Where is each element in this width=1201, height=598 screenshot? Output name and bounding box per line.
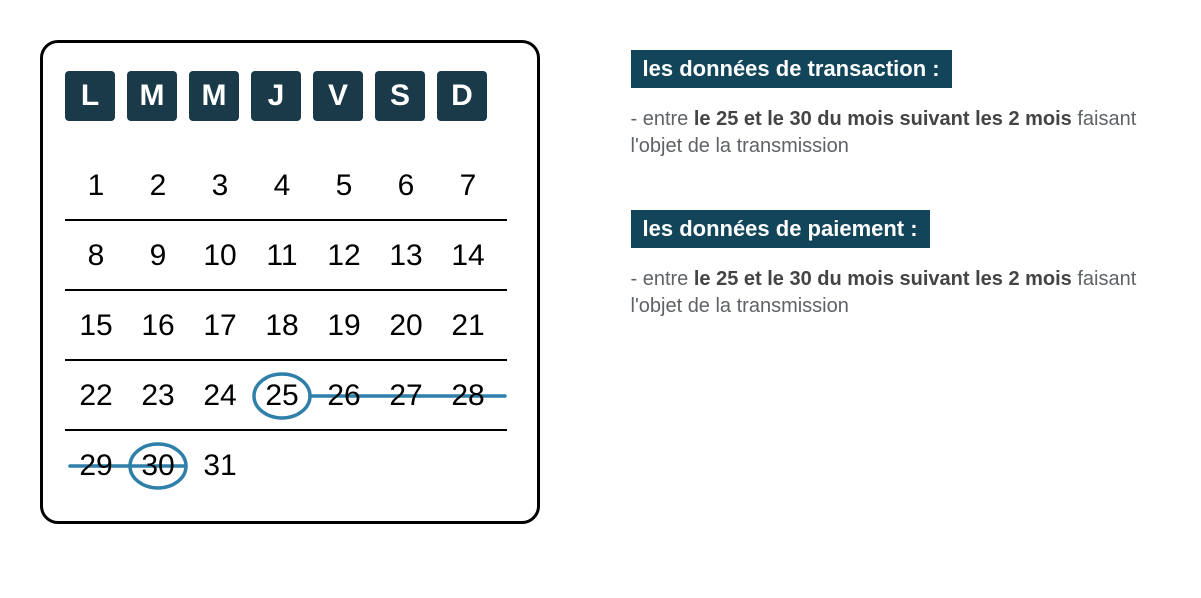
info-title-transaction: les données de transaction : [631,50,952,88]
calendar-row: 1 2 3 4 5 6 7 [65,151,515,221]
calendar-header-cell: V [313,71,363,121]
calendar-header-cell: M [127,71,177,121]
calendar-day: 12 [313,239,375,273]
calendar-day: 2 [127,169,189,203]
calendar-header-cell: M [189,71,239,121]
calendar-day: 29 [65,449,127,483]
calendar-day: 9 [127,239,189,273]
calendar-day: 16 [127,309,189,343]
calendar-day: 27 [375,379,437,413]
calendar-day: 7 [437,169,499,203]
info-prefix: - entre [631,108,694,130]
calendar-day: 15 [65,309,127,343]
calendar-day: 14 [437,239,499,273]
calendar-header-cell: J [251,71,301,121]
calendar-header-row: L M M J V S D [65,71,515,121]
calendar-day: 21 [437,309,499,343]
info-title-paiement: les données de paiement : [631,210,930,248]
calendar-day: 17 [189,309,251,343]
calendar-day: 22 [65,379,127,413]
info-text-transaction: - entre le 25 et le 30 du mois suivant l… [631,106,1162,160]
calendar-row: 29 30 31 [65,431,515,501]
calendar-row: 22 23 24 25 26 27 28 [65,361,515,431]
info-block-transaction: les données de transaction : - entre le … [631,50,1162,160]
calendar-day: 25 [251,379,313,413]
info-bold: le 25 et le 30 du mois suivant les 2 moi… [694,268,1072,290]
calendar-day: 24 [189,379,251,413]
calendar-day: 26 [313,379,375,413]
calendar: L M M J V S D 1 2 3 4 5 6 7 8 9 10 [40,40,540,524]
calendar-day: 30 [127,449,189,483]
calendar-day: 28 [437,379,499,413]
calendar-day: 5 [313,169,375,203]
calendar-day: 31 [189,449,251,483]
calendar-day: 1 [65,169,127,203]
calendar-day: 4 [251,169,313,203]
info-block-paiement: les données de paiement : - entre le 25 … [631,210,1162,320]
info-prefix: - entre [631,268,694,290]
calendar-day: 6 [375,169,437,203]
calendar-day: 10 [189,239,251,273]
info-text-paiement: - entre le 25 et le 30 du mois suivant l… [631,266,1162,320]
calendar-day: 13 [375,239,437,273]
calendar-day: 3 [189,169,251,203]
calendar-row: 8 9 10 11 12 13 14 [65,221,515,291]
info-bold: le 25 et le 30 du mois suivant les 2 moi… [694,108,1072,130]
calendar-day: 23 [127,379,189,413]
calendar-day: 19 [313,309,375,343]
calendar-day: 8 [65,239,127,273]
calendar-day: 11 [251,239,313,273]
calendar-header-cell: D [437,71,487,121]
calendar-row: 15 16 17 18 19 20 21 [65,291,515,361]
calendar-header-cell: L [65,71,115,121]
calendar-header-cell: S [375,71,425,121]
calendar-day: 20 [375,309,437,343]
calendar-day: 18 [251,309,313,343]
